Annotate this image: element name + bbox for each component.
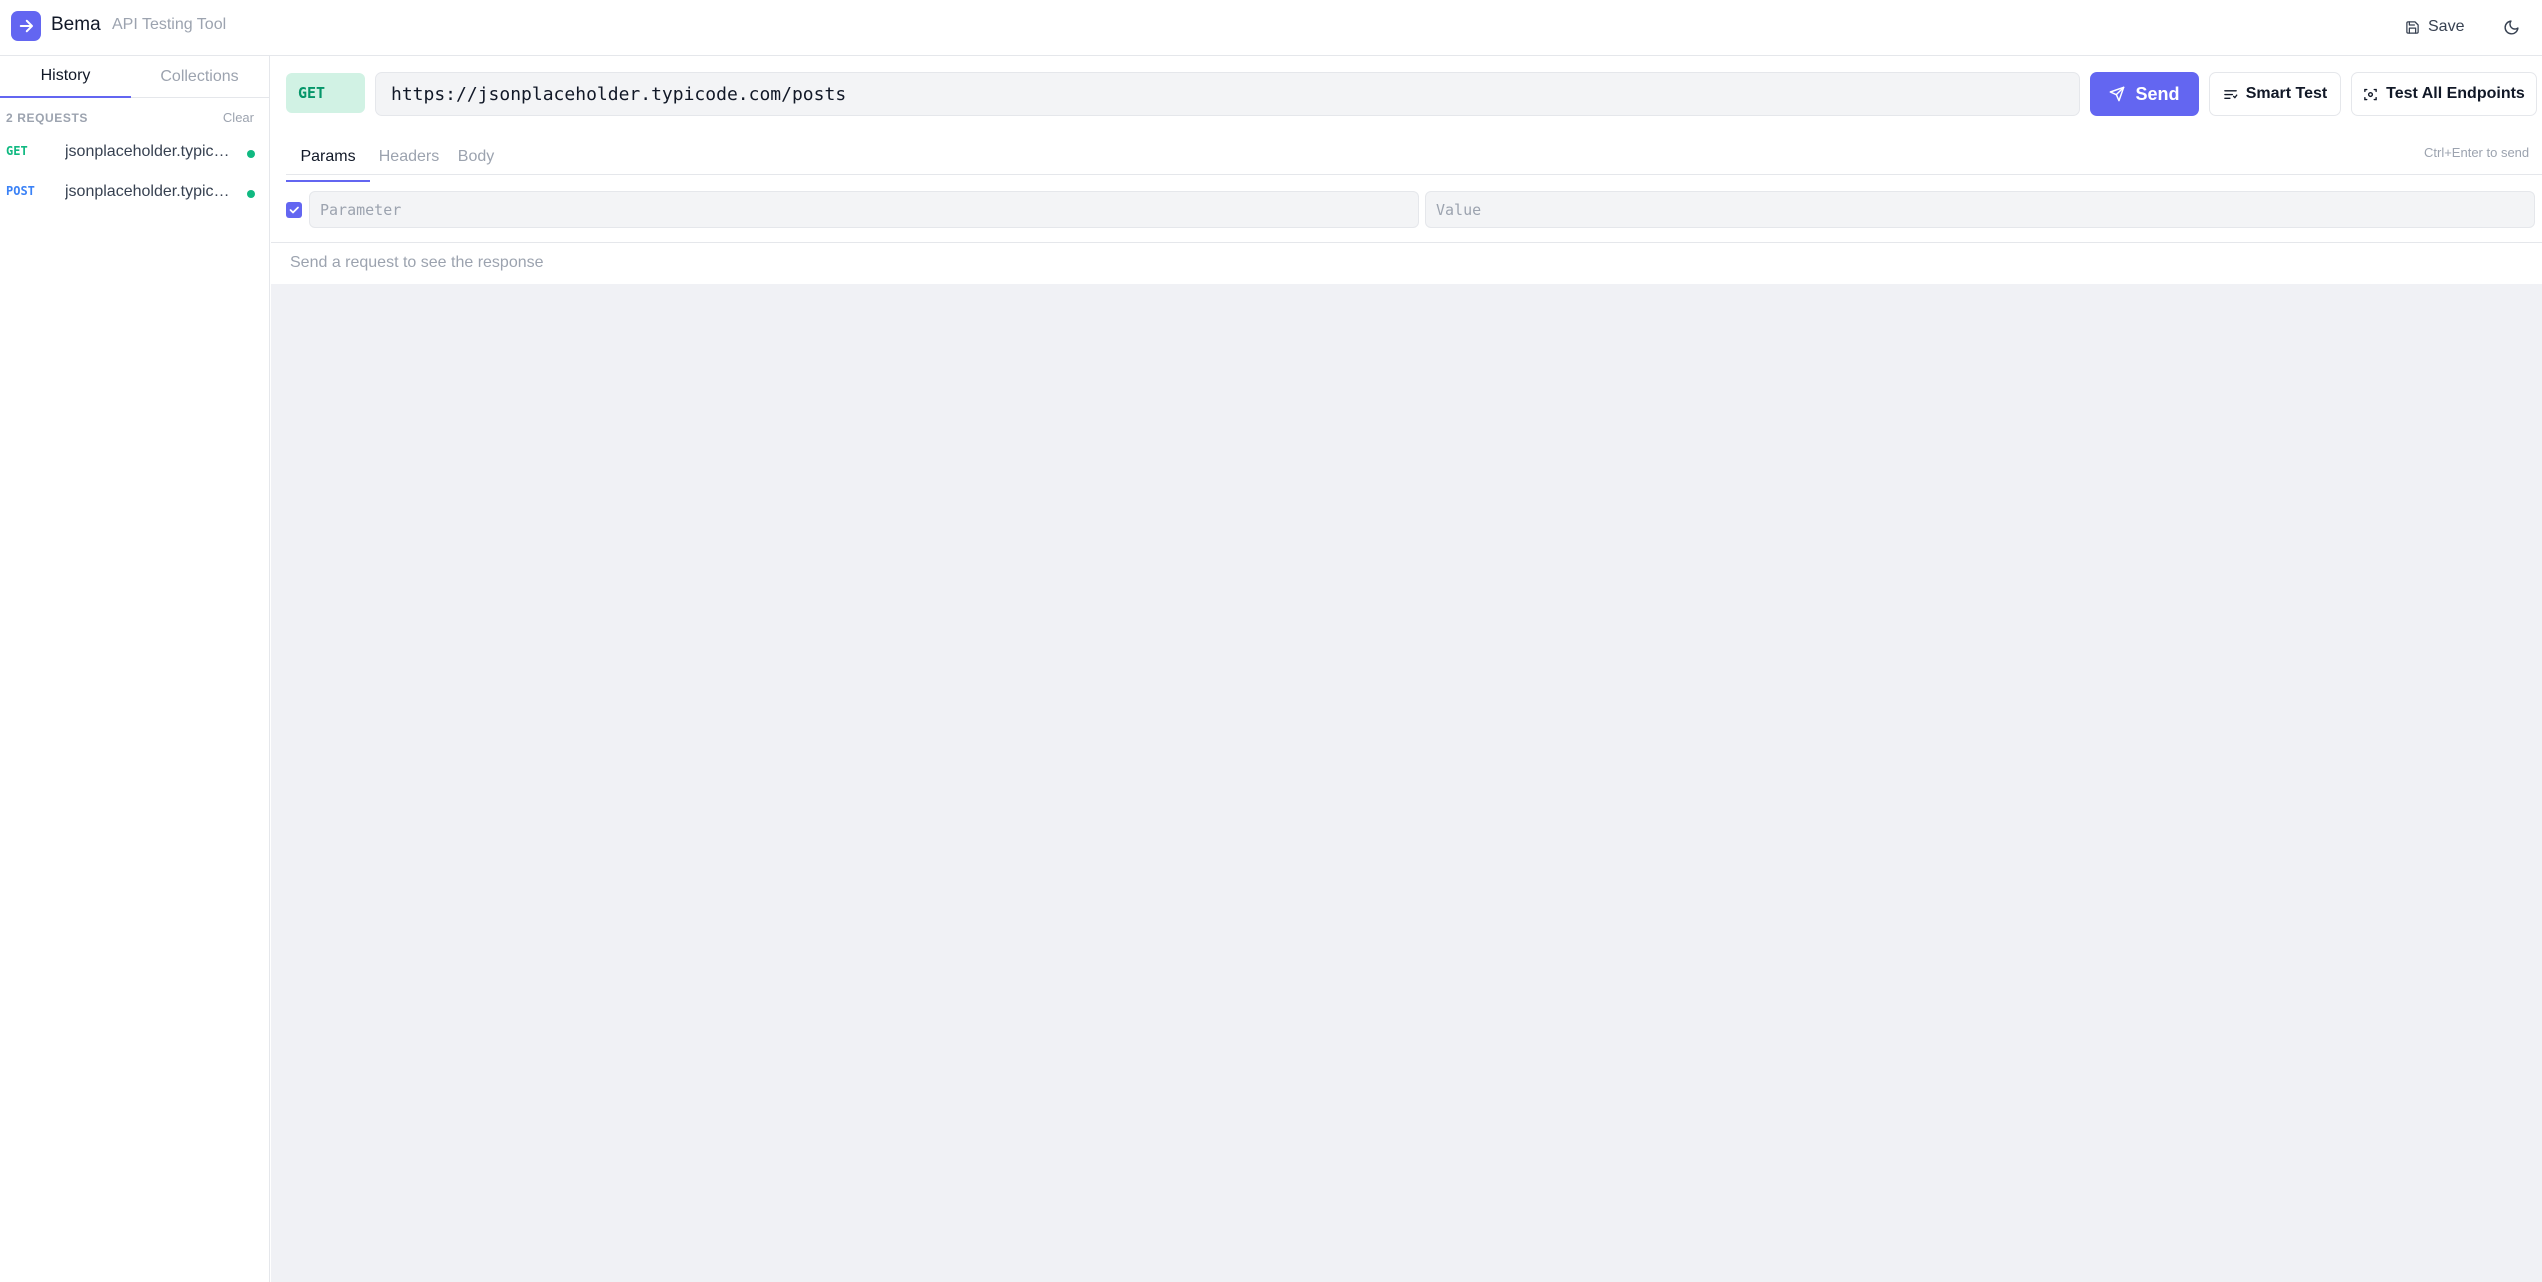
- scan-icon: [2363, 87, 2378, 102]
- tab-body[interactable]: Body: [450, 142, 502, 182]
- main-area: GET Send Smart Test Test All Endpoints P…: [271, 56, 2542, 1282]
- tab-history[interactable]: History: [0, 56, 131, 98]
- url-input[interactable]: [375, 72, 2080, 116]
- tab-params[interactable]: Params: [286, 142, 370, 182]
- clear-history-button[interactable]: Clear: [223, 110, 254, 125]
- smart-test-label: Smart Test: [2245, 85, 2328, 102]
- history-item[interactable]: GET jsonplaceholder.typicode.com/posts: [0, 136, 269, 170]
- app-name: Bema: [51, 14, 101, 35]
- shortcut-hint: Ctrl+Enter to send: [2424, 145, 2530, 160]
- list-filter-icon: [2223, 87, 2238, 102]
- send-icon: [2109, 86, 2125, 102]
- response-bar: Send a request to see the response: [271, 242, 2542, 284]
- request-panel: GET Send Smart Test Test All Endpoints P…: [271, 56, 2542, 284]
- save-button[interactable]: Save: [2405, 14, 2464, 40]
- response-empty-text: Send a request to see the response: [290, 254, 544, 271]
- save-icon: [2405, 20, 2420, 35]
- send-button[interactable]: Send: [2090, 72, 2199, 116]
- status-dot: [247, 150, 255, 158]
- smart-test-button[interactable]: Smart Test: [2209, 72, 2341, 116]
- send-label: Send: [2135, 83, 2180, 104]
- tab-headers[interactable]: Headers: [378, 142, 440, 182]
- history-item[interactable]: POST jsonplaceholder.typicode.com/posts: [0, 176, 269, 210]
- top-bar: Bema API Testing Tool Save: [0, 0, 2542, 56]
- param-value-input[interactable]: [1425, 191, 2535, 228]
- param-enabled-checkbox[interactable]: [286, 202, 302, 218]
- theme-toggle-button[interactable]: [2498, 14, 2524, 40]
- method-select[interactable]: GET: [286, 73, 365, 113]
- app-subtitle: API Testing Tool: [112, 16, 227, 33]
- history-method: POST: [6, 184, 35, 198]
- sidebar: History Collections 2 REQUESTS Clear GET…: [0, 56, 270, 1282]
- arrow-right-icon: [11, 11, 41, 41]
- history-url: jsonplaceholder.typicode.com/posts: [65, 183, 235, 200]
- sidebar-tabs: History Collections: [0, 56, 269, 98]
- tabs-divider: [286, 174, 2542, 175]
- history-url: jsonplaceholder.typicode.com/posts: [65, 143, 235, 160]
- param-key-input[interactable]: [309, 191, 1419, 228]
- status-dot: [247, 190, 255, 198]
- test-all-endpoints-button[interactable]: Test All Endpoints: [2351, 72, 2537, 116]
- test-all-label: Test All Endpoints: [2386, 85, 2525, 102]
- tab-collections[interactable]: Collections: [134, 56, 265, 98]
- request-count: 2 REQUESTS: [6, 111, 89, 125]
- moon-icon: [2503, 19, 2520, 36]
- history-method: GET: [6, 144, 28, 158]
- save-label: Save: [2428, 18, 2465, 35]
